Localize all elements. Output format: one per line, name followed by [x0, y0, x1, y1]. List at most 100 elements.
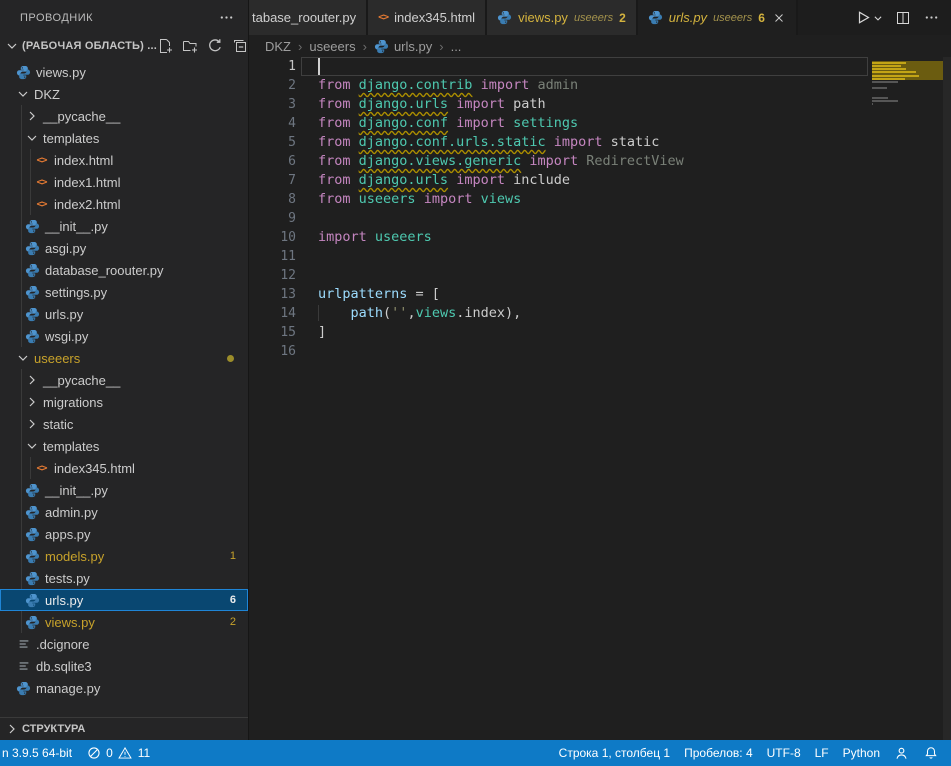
tree-item-index2-html[interactable]: <>index2.html — [0, 193, 248, 215]
tree-item-views-py[interactable]: views.py2 — [0, 611, 248, 633]
tree-item-index345-html[interactable]: <>index345.html — [0, 457, 248, 479]
tab-urls-py[interactable]: urls.pyuseeers6 — [638, 0, 798, 35]
tab-description: useeers — [574, 12, 613, 24]
tree-item-manage-py[interactable]: manage.py — [0, 677, 248, 699]
explorer-more-icon[interactable] — [218, 10, 234, 26]
status-encoding[interactable]: UTF-8 — [760, 740, 808, 766]
tree-item-settings-py[interactable]: settings.py — [0, 281, 248, 303]
code-line-9[interactable]: 9 — [249, 209, 951, 228]
tree-item-urls-py[interactable]: urls.py6 — [0, 589, 248, 611]
split-editor-button[interactable] — [895, 10, 911, 26]
line-number: 12 — [249, 266, 296, 285]
tree-item-templates[interactable]: templates — [0, 435, 248, 457]
code-line-14[interactable]: 14 path('',views.index), — [249, 304, 951, 323]
tree-item-index-html[interactable]: <>index.html — [0, 149, 248, 171]
tree-item-admin-py[interactable]: admin.py — [0, 501, 248, 523]
code-line-10[interactable]: 10import useeers — [249, 228, 951, 247]
code-line-1[interactable]: 1 — [249, 57, 951, 76]
file-name: db.sqlite3 — [36, 659, 92, 674]
code-token: useeers — [375, 229, 432, 245]
tabs-container: tabase_roouter.py<>index345.htmlviews.py… — [249, 0, 798, 35]
status-label: UTF-8 — [767, 746, 801, 760]
status-problems[interactable]: 011 — [79, 740, 157, 766]
tree-item-useeers[interactable]: useeers — [0, 347, 248, 369]
code-line-12[interactable]: 12 — [249, 266, 951, 285]
status-notifications[interactable] — [916, 740, 945, 766]
line-content: from django.views.generic import Redirec… — [318, 152, 684, 171]
tree-item-migrations[interactable]: migrations — [0, 391, 248, 413]
tree-item-models-py[interactable]: models.py1 — [0, 545, 248, 567]
code-line-5[interactable]: 5from django.conf.urls.static import sta… — [249, 133, 951, 152]
tree-item-database-roouter-py[interactable]: database_roouter.py — [0, 259, 248, 281]
tree-item-wsgi-py[interactable]: wsgi.py — [0, 325, 248, 347]
chevron-down-icon — [873, 10, 883, 26]
tree-item-init-py[interactable]: __init__.py — [0, 479, 248, 501]
collapse-all-button[interactable] — [232, 38, 248, 54]
close-icon[interactable] — [772, 11, 786, 25]
status-python-interpreter[interactable]: n 3.9.5 64-bit — [0, 740, 79, 766]
line-content: from django.conf.urls.static import stat… — [318, 133, 659, 152]
tree-item-dkz[interactable]: DKZ — [0, 83, 248, 105]
tree-item-apps-py[interactable]: apps.py — [0, 523, 248, 545]
code-token: from — [318, 191, 359, 207]
breadcrumb-item-urls-py[interactable]: urls.py — [374, 39, 432, 54]
breadcrumb-item-useeers[interactable]: useeers — [309, 39, 355, 54]
tab-bar: tabase_roouter.py<>index345.htmlviews.py… — [249, 0, 951, 35]
status-language-mode[interactable]: Python — [836, 740, 887, 766]
code-line-13[interactable]: 13urlpatterns = [ — [249, 285, 951, 304]
code-token: import — [456, 172, 513, 188]
more-actions-button[interactable] — [923, 10, 939, 26]
code-line-16[interactable]: 16 — [249, 342, 951, 361]
chevron-right-icon — [23, 108, 40, 124]
tree-item-views-py[interactable]: views.py — [0, 61, 248, 83]
tree-item-pycache[interactable]: __pycache__ — [0, 105, 248, 127]
tree-item-tests-py[interactable]: tests.py — [0, 567, 248, 589]
refresh-button[interactable] — [207, 38, 223, 54]
tree-item-asgi-py[interactable]: asgi.py — [0, 237, 248, 259]
line-content: from django.urls import include — [318, 171, 570, 190]
breadcrumb-item-[interactable]: ... — [451, 39, 462, 54]
minimap[interactable] — [872, 58, 943, 109]
run-button[interactable] — [855, 10, 883, 26]
scrollbar[interactable] — [943, 57, 951, 740]
new-folder-button[interactable] — [182, 38, 198, 54]
status-cursor-position[interactable]: Строка 1, столбец 1 — [552, 740, 677, 766]
code-line-3[interactable]: 3from django.urls import path — [249, 95, 951, 114]
code-line-6[interactable]: 6from django.views.generic import Redire… — [249, 152, 951, 171]
status-feedback[interactable] — [887, 740, 916, 766]
code-token: settings — [513, 115, 578, 131]
tab-index345-html[interactable]: <>index345.html — [368, 0, 487, 35]
tree-item-init-py[interactable]: __init__.py — [0, 215, 248, 237]
tree-item-index1-html[interactable]: <>index1.html — [0, 171, 248, 193]
code-token: import — [456, 115, 513, 131]
status-indentation[interactable]: Пробелов: 4 — [677, 740, 760, 766]
breadcrumb-item-dkz[interactable]: DKZ — [265, 39, 291, 54]
line-number: 9 — [249, 209, 296, 228]
status-eol[interactable]: LF — [808, 740, 836, 766]
code-line-8[interactable]: 8from useeers import views — [249, 190, 951, 209]
code-token: import — [318, 229, 375, 245]
code-line-7[interactable]: 7from django.urls import include — [249, 171, 951, 190]
new-file-button[interactable] — [157, 38, 173, 54]
tree-item-pycache[interactable]: __pycache__ — [0, 369, 248, 391]
tree-item-templates[interactable]: templates — [0, 127, 248, 149]
workspace-section-header[interactable]: (РАБОЧАЯ ОБЛАСТЬ) ... — [0, 35, 248, 57]
outline-label: СТРУКТУРА — [22, 723, 85, 735]
code-token — [472, 77, 480, 93]
code-line-4[interactable]: 4from django.conf import settings — [249, 114, 951, 133]
problems-badge: 6 — [230, 594, 236, 606]
tree-item-urls-py[interactable]: urls.py — [0, 303, 248, 325]
tree-item-static[interactable]: static — [0, 413, 248, 435]
tree-item-dcignore[interactable]: .dcignore — [0, 633, 248, 655]
tab-tabase-roouter-py[interactable]: tabase_roouter.py — [249, 0, 368, 35]
code-line-2[interactable]: 2from django.contrib import admin — [249, 76, 951, 95]
tab-views-py[interactable]: views.pyuseeers2 — [487, 0, 638, 35]
python-file-icon — [23, 329, 42, 344]
outline-section-header[interactable]: СТРУКТУРА — [0, 717, 248, 740]
html-file-icon: <> — [32, 463, 51, 474]
tree-item-db-sqlite3[interactable]: db.sqlite3 — [0, 655, 248, 677]
chevron-right-icon — [23, 372, 40, 388]
code-editor[interactable]: 12from django.contrib import admin3from … — [249, 57, 951, 740]
code-line-15[interactable]: 15] — [249, 323, 951, 342]
code-line-11[interactable]: 11 — [249, 247, 951, 266]
